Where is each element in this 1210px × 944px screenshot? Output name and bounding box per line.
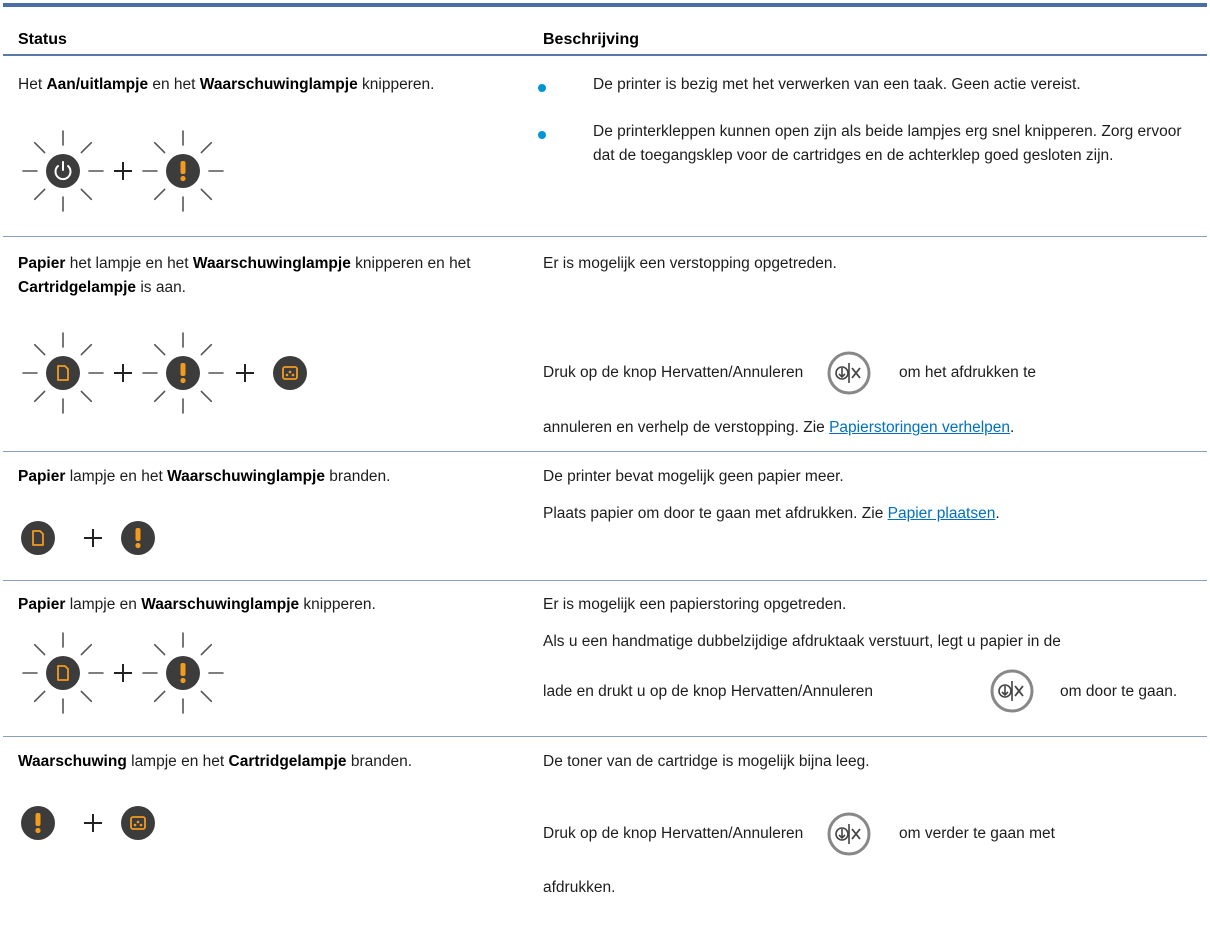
row5-lamp-icons bbox=[21, 806, 155, 840]
header-status: Status bbox=[18, 31, 67, 48]
paper-icon bbox=[22, 632, 104, 714]
status-text: Het bbox=[18, 76, 47, 93]
row4-lamp-icons bbox=[22, 632, 224, 714]
row3-status-text: Papier lampje en het Waarschuwinglampje … bbox=[18, 465, 518, 489]
row3-desc-2-end: . bbox=[995, 505, 1000, 522]
status-text: het lampje en het bbox=[65, 255, 193, 272]
status-bold-term: Waarschuwing bbox=[18, 753, 127, 770]
status-bold-term: Waarschuwinglampje bbox=[192, 255, 351, 272]
status-bold-term: Papier bbox=[18, 255, 66, 272]
row2-desc-3-text: annuleren en verhelp de verstopping. Zie bbox=[543, 419, 830, 436]
cartridge-icon bbox=[121, 806, 155, 840]
link-papier-plaatsen[interactable]: Papier plaatsen bbox=[888, 505, 996, 522]
status-bold-term: Waarschuwinglampje bbox=[199, 76, 358, 93]
plus-icon bbox=[114, 162, 132, 180]
row2-desc-1: Er is mogelijk een verstopping opgetrede… bbox=[543, 255, 837, 272]
resume-cancel-glyph bbox=[990, 669, 1034, 713]
status-text: knipperen. bbox=[357, 76, 435, 93]
status-text: knipperen en het bbox=[350, 255, 471, 272]
status-text: lampje en het bbox=[126, 753, 229, 770]
row3-desc-2: Plaats papier om door te gaan met afdruk… bbox=[543, 502, 1000, 526]
row1-bullet-1 bbox=[538, 84, 546, 92]
row3-desc-1: De printer bevat mogelijk geen papier me… bbox=[543, 468, 844, 485]
row3-desc-2-text: Plaats papier om door te gaan met afdruk… bbox=[543, 505, 888, 522]
status-bold-term: Papier bbox=[18, 468, 66, 485]
row1-bullet-2-text: De printerkleppen kunnen open zijn als b… bbox=[593, 123, 1182, 164]
status-text: knipperen. bbox=[299, 596, 376, 613]
row5-desc-2-pre: Druk op de knop Hervatten/Annuleren bbox=[543, 825, 804, 842]
row1-lamp-icons bbox=[22, 130, 224, 212]
row-separator bbox=[3, 580, 1207, 581]
status-bold-term: Waarschuwinglampje bbox=[167, 468, 325, 485]
cartridge-icon bbox=[273, 356, 307, 390]
plus-icon bbox=[236, 364, 254, 382]
warning-icon bbox=[142, 130, 224, 212]
resume-cancel-icon bbox=[990, 669, 1034, 713]
row4-desc-1: Er is mogelijk een papierstoring opgetre… bbox=[543, 596, 847, 613]
status-text: is aan. bbox=[136, 279, 186, 296]
resume-cancel-glyph bbox=[827, 812, 871, 856]
status-text: branden. bbox=[346, 753, 413, 770]
row5-desc-3: afdrukken. bbox=[543, 879, 616, 896]
row2-lamp-icons bbox=[22, 332, 307, 414]
row-separator bbox=[3, 451, 1207, 452]
warning-icon bbox=[142, 332, 224, 414]
row1-bullet-2 bbox=[538, 131, 546, 139]
power-icon bbox=[22, 130, 104, 212]
row2-desc-3: annuleren en verhelp de verstopping. Zie… bbox=[543, 416, 1014, 440]
status-text: en het bbox=[148, 76, 200, 93]
header-description: Beschrijving bbox=[543, 31, 640, 48]
plus-icon bbox=[114, 664, 132, 682]
row4-status-text: Papier lampje en Waarschuwinglampje knip… bbox=[18, 593, 518, 617]
row-separator bbox=[3, 736, 1207, 737]
row2-status-text: Papier het lampje en het Waarschuwinglam… bbox=[18, 252, 518, 300]
row5-desc-2-post: om verder te gaan met bbox=[899, 825, 1055, 842]
row4-desc-3-post: om door te gaan. bbox=[1060, 683, 1178, 700]
status-bold-term: Papier bbox=[18, 596, 66, 613]
resume-cancel-glyph bbox=[827, 351, 871, 395]
warning-icon bbox=[142, 632, 224, 714]
status-text: lampje en het bbox=[65, 468, 168, 485]
resume-cancel-icon bbox=[827, 812, 871, 856]
row2-desc-2-pre: Druk op de knop Hervatten/Annuleren bbox=[543, 364, 804, 381]
status-text: lampje en bbox=[65, 596, 142, 613]
plus-icon bbox=[84, 814, 102, 832]
plus-icon bbox=[84, 529, 102, 547]
status-bold-term: Cartridgelampje bbox=[228, 753, 347, 770]
status-bold-term: Cartridgelampje bbox=[18, 279, 137, 296]
plus-icon bbox=[114, 364, 132, 382]
row2-desc-3-end: . bbox=[1010, 419, 1015, 436]
status-bold-term: Aan/uitlampje bbox=[46, 76, 149, 93]
row4-desc-3-pre: lade en drukt u op de knop Hervatten/Ann… bbox=[543, 683, 874, 700]
status-text: branden. bbox=[324, 468, 391, 485]
row5-status-text: Waarschuwing lampje en het Cartridgelamp… bbox=[18, 750, 518, 774]
link-papierstoringen[interactable]: Papierstoringen verhelpen bbox=[829, 419, 1010, 436]
paper-icon bbox=[22, 332, 104, 414]
row-separator bbox=[3, 236, 1207, 237]
status-table: Status Beschrijving Het Aan/uitlampje en… bbox=[0, 0, 1210, 944]
table-header: Status Beschrijving bbox=[3, 7, 1207, 56]
row4-desc-2: Als u een handmatige dubbelzijdige afdru… bbox=[543, 633, 1061, 650]
paper-icon bbox=[21, 521, 55, 555]
status-bold-term: Waarschuwinglampje bbox=[141, 596, 300, 613]
warning-icon bbox=[21, 806, 55, 840]
row2-desc-2-post: om het afdrukken te bbox=[899, 364, 1036, 381]
row3-lamp-icons bbox=[21, 521, 155, 555]
warning-icon bbox=[121, 521, 155, 555]
resume-cancel-icon bbox=[827, 351, 871, 395]
row1-bullet-1-text: De printer is bezig met het verwerken va… bbox=[593, 76, 1081, 93]
row1-status-text: Het Aan/uitlampje en het Waarschuwinglam… bbox=[18, 73, 518, 97]
row5-desc-1: De toner van de cartridge is mogelijk bi… bbox=[543, 753, 870, 770]
